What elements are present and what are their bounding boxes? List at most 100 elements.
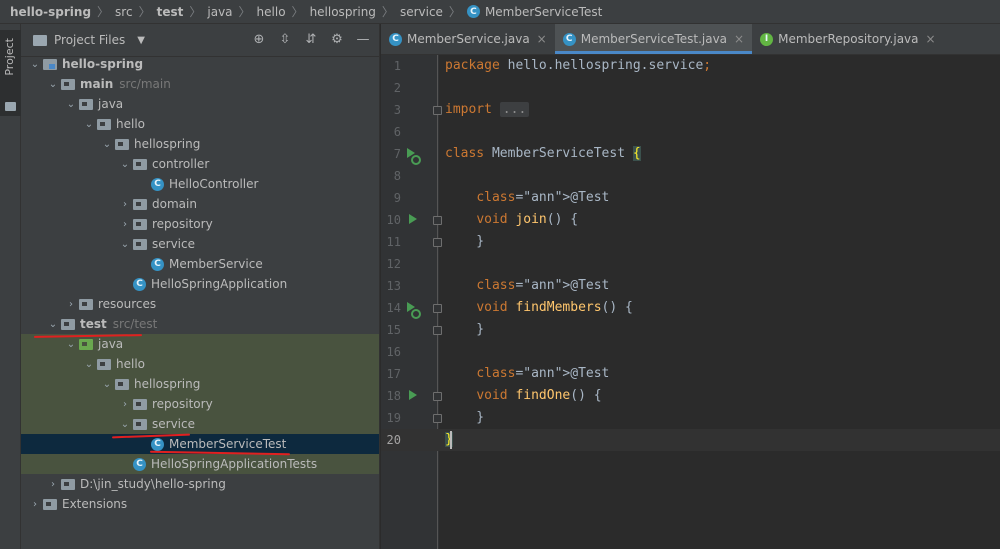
code-text: void findOne() { <box>476 388 602 403</box>
tab-memberservicetest[interactable]: C MemberServiceTest.java × <box>554 24 753 54</box>
folder-icon <box>133 158 147 170</box>
tab-memberservice[interactable]: C MemberService.java × <box>381 24 555 54</box>
code-line[interactable]: 10 void join() { <box>381 209 1000 231</box>
tree-item-service[interactable]: ⌄ service <box>21 414 379 434</box>
code-line[interactable]: 9 class="ann">@Test <box>381 187 1000 209</box>
line-number: 1 <box>393 59 401 73</box>
tree-item-controller[interactable]: ⌄ controller <box>21 154 379 174</box>
code-line[interactable]: 6 <box>381 121 1000 143</box>
fold-marker-icon[interactable] <box>433 238 442 247</box>
breadcrumb-item-java[interactable]: java <box>207 5 232 19</box>
fold-marker-icon[interactable] <box>433 216 442 225</box>
chevron-down-icon[interactable]: ⌄ <box>45 79 61 90</box>
tree-item-hello[interactable]: ⌄ hello <box>21 354 379 374</box>
chevron-down-icon[interactable]: ⌄ <box>45 319 61 330</box>
tree-item-java[interactable]: ⌄ java <box>21 94 379 114</box>
code-line[interactable]: 18 void findOne() { <box>381 385 1000 407</box>
code-line[interactable]: 19 } <box>381 407 1000 429</box>
expand-all-icon[interactable]: ⇳ <box>278 32 292 47</box>
breadcrumb-item-hellospring[interactable]: hellospring <box>310 5 376 19</box>
breadcrumb-item-src[interactable]: src <box>115 5 133 19</box>
chevron-down-icon[interactable]: ⌄ <box>99 139 115 150</box>
tree-item-label: hellospring <box>134 137 201 151</box>
chevron-down-icon[interactable]: ⌄ <box>117 419 133 430</box>
chevron-down-icon[interactable]: ▼ <box>137 35 145 46</box>
tree-item-main[interactable]: ⌄ main src/main <box>21 74 379 94</box>
tree-item-hellospringapplication[interactable]: C HelloSpringApplication <box>21 274 379 294</box>
code-line[interactable]: 16 <box>381 341 1000 363</box>
chevron-down-icon[interactable]: ⌄ <box>117 239 133 250</box>
tree-item-hellospring[interactable]: ⌄ hellospring <box>21 134 379 154</box>
run-test-icon[interactable] <box>409 390 417 400</box>
tree-item-repository[interactable]: › repository <box>21 394 379 414</box>
tree-item-hellocontroller[interactable]: C HelloController <box>21 174 379 194</box>
chevron-down-icon[interactable]: ⌄ <box>117 159 133 170</box>
breadcrumb-item-hello[interactable]: hello <box>257 5 286 19</box>
fold-marker-icon[interactable] <box>433 392 442 401</box>
code-line[interactable]: 12 <box>381 253 1000 275</box>
breadcrumb-item-service[interactable]: service <box>400 5 443 19</box>
close-icon[interactable]: × <box>926 32 936 46</box>
chevron-right-icon[interactable]: › <box>45 479 61 490</box>
chevron-down-icon[interactable]: ⌄ <box>81 359 97 370</box>
tree-item-hello-spring[interactable]: ⌄ hello-spring <box>21 54 379 74</box>
folder-icon <box>79 298 93 310</box>
chevron-right-icon[interactable]: › <box>117 219 133 230</box>
tree-item-domain[interactable]: › domain <box>21 194 379 214</box>
tree-item-hellospringapplicationtests[interactable]: C HelloSpringApplicationTests <box>21 454 379 474</box>
tree-item-label: D:\jin_study\hello-spring <box>80 477 226 491</box>
chevron-down-icon[interactable]: ⌄ <box>81 119 97 130</box>
project-tool-button[interactable]: Project <box>0 30 21 116</box>
line-number: 20 <box>386 433 401 447</box>
fold-marker-icon[interactable] <box>433 304 442 313</box>
code-line[interactable]: 15 } <box>381 319 1000 341</box>
tab-memberrepository[interactable]: I MemberRepository.java × <box>752 24 943 54</box>
run-tests-icon[interactable] <box>407 148 421 165</box>
fold-marker-icon[interactable] <box>433 106 442 115</box>
code-line[interactable]: 2 <box>381 77 1000 99</box>
tree-item-hello[interactable]: ⌄ hello <box>21 114 379 134</box>
tree-item-label: test <box>80 317 107 331</box>
code-line[interactable]: 1 package hello.hellospring.service; <box>381 55 1000 77</box>
chevron-down-icon[interactable]: ⌄ <box>63 339 79 350</box>
breadcrumb-item-memberservicetest[interactable]: MemberServiceTest <box>485 5 602 19</box>
code-line[interactable]: 3 import ... <box>381 99 1000 121</box>
collapse-all-icon[interactable]: ⇵ <box>304 32 318 47</box>
close-icon[interactable]: × <box>734 32 744 46</box>
code-line[interactable]: 17 class="ann">@Test <box>381 363 1000 385</box>
code-line[interactable]: 7 class MemberServiceTest { <box>381 143 1000 165</box>
chevron-down-icon[interactable]: ⌄ <box>27 59 43 70</box>
chevron-down-icon[interactable]: ⌄ <box>63 99 79 110</box>
chevron-down-icon[interactable]: ⌄ <box>99 379 115 390</box>
close-icon[interactable]: × <box>537 32 547 46</box>
fold-marker-icon[interactable] <box>433 414 442 423</box>
breadcrumb-item-hello-spring[interactable]: hello-spring <box>10 5 91 19</box>
fold-marker-icon[interactable] <box>433 326 442 335</box>
chevron-right-icon[interactable]: › <box>63 299 79 310</box>
tree-item-d-jin-study-hello-spring[interactable]: › D:\jin_study\hello-spring <box>21 474 379 494</box>
tree-item-resources[interactable]: › resources <box>21 294 379 314</box>
tree-item-memberservice[interactable]: C MemberService <box>21 254 379 274</box>
tree-item-hellospring[interactable]: ⌄ hellospring <box>21 374 379 394</box>
tree-item-test[interactable]: ⌄ test src/test <box>21 314 379 334</box>
hide-icon[interactable]: — <box>356 32 370 47</box>
code-line[interactable]: 11 } <box>381 231 1000 253</box>
run-test-icon[interactable] <box>409 214 417 224</box>
tree-item-extensions[interactable]: › Extensions <box>21 494 379 514</box>
run-tests-icon[interactable] <box>407 302 421 319</box>
chevron-right-icon[interactable]: › <box>117 399 133 410</box>
code-line[interactable]: 8 <box>381 165 1000 187</box>
tree-item-service[interactable]: ⌄ service <box>21 234 379 254</box>
settings-icon[interactable]: ⚙ <box>330 32 344 47</box>
code-line[interactable]: 13 class="ann">@Test <box>381 275 1000 297</box>
tree-item-repository[interactable]: › repository <box>21 214 379 234</box>
chevron-right-icon[interactable]: › <box>117 199 133 210</box>
code-text: class="ann">@Test <box>476 366 610 381</box>
breadcrumb-item-test[interactable]: test <box>157 5 184 19</box>
locate-icon[interactable]: ⊕ <box>252 32 266 47</box>
code-line[interactable]: 14 void findMembers() { <box>381 297 1000 319</box>
project-view-selector[interactable]: Project Files <box>54 33 125 47</box>
chevron-right-icon[interactable]: › <box>27 499 43 510</box>
line-number: 11 <box>386 235 401 249</box>
code-line[interactable]: 20} <box>381 429 1000 451</box>
